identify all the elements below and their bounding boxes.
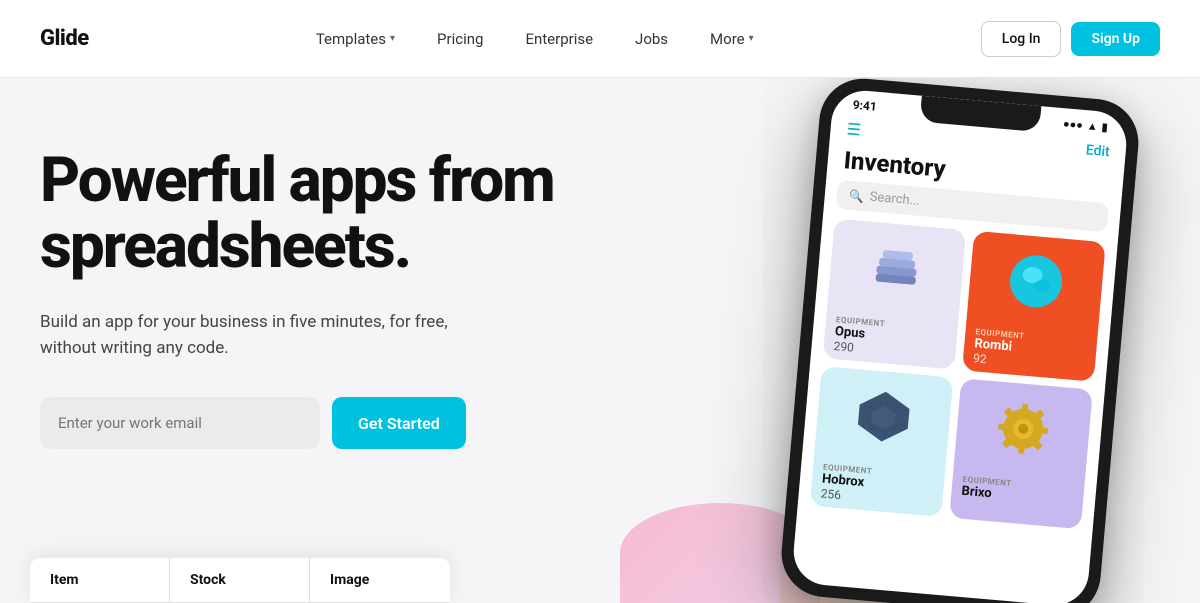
nav-more[interactable]: More ▾ bbox=[694, 22, 770, 56]
hero-subtext: Build an app for your business in five m… bbox=[40, 309, 460, 362]
nav-jobs[interactable]: Jobs bbox=[619, 22, 684, 56]
col-image: Image bbox=[310, 558, 450, 602]
list-item[interactable]: EQUIPMENT Brixo bbox=[949, 378, 1093, 529]
nav-pricing[interactable]: Pricing bbox=[421, 22, 499, 56]
login-button[interactable]: Log In bbox=[981, 21, 1062, 57]
list-item[interactable]: EQUIPMENT Opus 290 bbox=[823, 219, 967, 370]
item-info: EQUIPMENT Hobrox 256 bbox=[810, 456, 946, 517]
list-item[interactable]: EQUIPMENT Hobrox 256 bbox=[810, 366, 954, 517]
signal-icon: ●●● bbox=[1063, 117, 1084, 132]
col-item: Item bbox=[30, 558, 170, 602]
item-image bbox=[827, 219, 966, 320]
logo[interactable]: Glide bbox=[40, 26, 89, 51]
hero-headline: Powerful apps from spreadsheets. bbox=[40, 148, 580, 281]
item-image bbox=[954, 378, 1093, 479]
nav-links: Templates ▾ Pricing Enterprise Jobs More… bbox=[300, 22, 770, 56]
chevron-down-icon: ▾ bbox=[749, 33, 754, 44]
get-started-button[interactable]: Get Started bbox=[332, 397, 466, 449]
hamburger-icon[interactable]: ☰ bbox=[846, 119, 862, 139]
phone-mockup-container: 9:41 ●●● ▲ ▮ ☰ Edit Inventory 🔍 bbox=[800, 88, 1200, 603]
phone-inner: 9:41 ●●● ▲ ▮ ☰ Edit Inventory 🔍 bbox=[791, 88, 1129, 603]
nav-enterprise[interactable]: Enterprise bbox=[509, 22, 609, 56]
nav-templates[interactable]: Templates ▾ bbox=[300, 22, 411, 56]
list-item[interactable]: EQUIPMENT Rombi 92 bbox=[962, 231, 1106, 382]
item-info: EQUIPMENT Rombi 92 bbox=[962, 320, 1098, 381]
item-info: EQUIPMENT Opus 290 bbox=[823, 308, 959, 369]
wifi-icon: ▲ bbox=[1086, 119, 1098, 133]
search-placeholder: Search... bbox=[869, 190, 920, 209]
signup-button[interactable]: Sign Up bbox=[1071, 22, 1160, 56]
nav-actions: Log In Sign Up bbox=[981, 21, 1160, 57]
email-input[interactable] bbox=[40, 397, 320, 449]
phone-grid: EQUIPMENT Opus 290 bbox=[798, 218, 1118, 531]
hero-content: Powerful apps from spreadsheets. Build a… bbox=[40, 138, 580, 603]
item-image bbox=[966, 231, 1105, 332]
battery-icon: ▮ bbox=[1101, 120, 1108, 133]
spreadsheet-header: Item Stock Image bbox=[30, 558, 450, 603]
phone-time: 9:41 bbox=[852, 98, 877, 114]
hero-cta: Get Started bbox=[40, 397, 580, 449]
spreadsheet-preview: Item Stock Image bbox=[30, 558, 450, 603]
col-stock: Stock bbox=[170, 558, 310, 602]
hero-section: Powerful apps from spreadsheets. Build a… bbox=[0, 78, 1200, 603]
chevron-down-icon: ▾ bbox=[390, 33, 395, 44]
phone-edit-button[interactable]: Edit bbox=[1085, 142, 1110, 160]
phone-outer: 9:41 ●●● ▲ ▮ ☰ Edit Inventory 🔍 bbox=[778, 78, 1142, 603]
search-icon: 🔍 bbox=[848, 188, 864, 203]
item-image bbox=[814, 366, 953, 467]
navbar: Glide Templates ▾ Pricing Enterprise Job… bbox=[0, 0, 1200, 78]
